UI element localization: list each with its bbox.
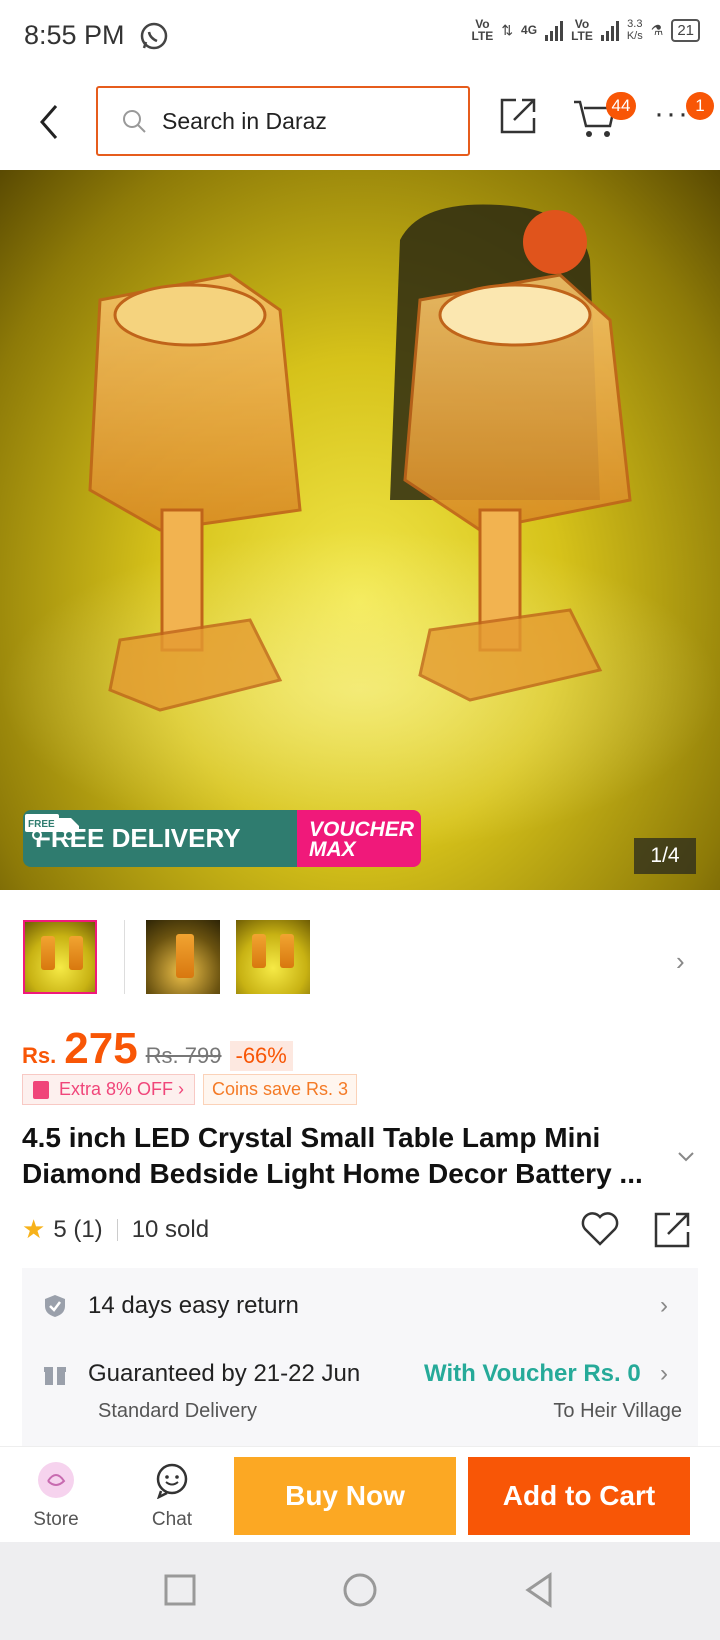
- rating-divider: [116, 1218, 118, 1241]
- search-icon: [123, 110, 146, 133]
- delivery-chevron-icon: ›: [660, 1360, 668, 1387]
- free-delivery-tag: FREE FREE DELIVERY: [23, 810, 297, 867]
- system-navigation-bar: [0, 1542, 720, 1640]
- volte-label-2: Vo LTE: [571, 17, 593, 43]
- status-time: 8:55 PM: [24, 20, 125, 50]
- return-policy-row[interactable]: 14 days easy return ›: [22, 1288, 698, 1324]
- more-options-icon[interactable]: ···: [654, 99, 690, 129]
- shield-check-icon: [45, 1295, 65, 1317]
- store-label: Store: [33, 1509, 79, 1530]
- battery-icon: 21: [671, 18, 700, 42]
- price-value: 275: [64, 1024, 138, 1073]
- product-photo-lamps: [0, 204, 720, 850]
- product-image-gallery[interactable]: FREE FREE DELIVERY VOUCHER MAX 1/4: [0, 170, 720, 890]
- sold-count: 10 sold: [131, 1215, 210, 1243]
- back-triangle-icon[interactable]: [520, 1570, 560, 1610]
- voucher-max-tag: VOUCHER MAX: [297, 810, 421, 867]
- share-icon[interactable]: [498, 96, 538, 136]
- network-4g-label: 4G: [521, 23, 538, 37]
- rating-score: 5: [53, 1215, 67, 1243]
- delivery-guarantee-label: Guaranteed by 21-22 Jun: [88, 1360, 361, 1387]
- product-title: 4.5 inch LED Crystal Small Table Lamp Mi…: [22, 1122, 643, 1189]
- original-price: Rs. 799: [145, 1043, 222, 1068]
- delivery-type-label: Standard Delivery: [98, 1400, 257, 1422]
- voucher-max-label: MAX: [309, 838, 356, 861]
- truck-free-text: FREE: [28, 819, 55, 830]
- signal-icon: [545, 19, 564, 41]
- search-placeholder: Search in Daraz: [162, 107, 327, 134]
- offer-tags: Extra 8% OFF › Coins save Rs. 3: [22, 1074, 358, 1105]
- chat-label: Chat: [151, 1509, 193, 1530]
- voucher-tag-icon: [33, 1080, 49, 1099]
- free-delivery-promo-banner: FREE FREE DELIVERY VOUCHER MAX: [23, 810, 421, 867]
- delivery-voucher-label: With Voucher Rs. 0: [424, 1360, 641, 1387]
- thumbnail-2[interactable]: [146, 920, 220, 994]
- share-product-icon[interactable]: [652, 1210, 692, 1250]
- gift-box-icon: [44, 1367, 66, 1385]
- rating-count: (1): [73, 1215, 103, 1243]
- thumbnail-strip: ›: [0, 890, 720, 1026]
- status-bar: 8:55 PM Vo LTE ⇅ 4G Vo LTE 3.3 K/s ⚗ 21: [0, 0, 720, 74]
- chat-icon: [156, 1463, 188, 1500]
- net-speed: 3.3 K/s: [626, 18, 643, 42]
- signal-icon-2: [600, 19, 619, 41]
- expand-title-chevron-icon[interactable]: [676, 1150, 696, 1164]
- buy-now-button[interactable]: Buy Now: [234, 1457, 456, 1535]
- voucher-label: VOUCHER: [309, 818, 415, 841]
- top-header: Search in Daraz 44 ··· 1: [0, 74, 720, 170]
- home-icon[interactable]: [340, 1570, 380, 1610]
- chat-button[interactable]: Chat: [132, 1461, 212, 1531]
- thumbnail-divider: [124, 920, 125, 994]
- whatsapp-icon: [140, 22, 168, 50]
- extra-off-tag[interactable]: Extra 8% OFF ›: [22, 1074, 196, 1105]
- store-button[interactable]: Store: [16, 1461, 96, 1531]
- rating-row[interactable]: ★ 5 (1) 10 sold: [22, 1214, 209, 1245]
- status-icons: Vo LTE ⇅ 4G Vo LTE 3.3 K/s ⚗ 21: [472, 18, 700, 42]
- recent-apps-icon[interactable]: [160, 1570, 200, 1610]
- wishlist-heart-icon[interactable]: [580, 1210, 620, 1248]
- delivery-location-label: To Heir Village: [553, 1400, 682, 1422]
- search-input[interactable]: Search in Daraz: [96, 86, 470, 156]
- service-info-box: 14 days easy return › Guaranteed by 21-2…: [22, 1268, 698, 1446]
- thumbnail-3[interactable]: [236, 920, 310, 994]
- discount-badge: -66%: [229, 1041, 293, 1071]
- image-counter: 1/4: [634, 838, 696, 874]
- thumbnail-1[interactable]: [23, 920, 97, 994]
- store-avatar-icon: [38, 1462, 74, 1498]
- price-row: Rs. 275 Rs. 799 -66%: [22, 1024, 293, 1080]
- data-arrows-icon: ⇅: [501, 21, 514, 38]
- thumbnail-next-chevron-icon[interactable]: ›: [676, 946, 685, 977]
- notification-badge: 1: [686, 92, 714, 120]
- coins-tag[interactable]: Coins save Rs. 3: [203, 1074, 358, 1105]
- price-currency: Rs.: [22, 1043, 57, 1068]
- bottom-action-bar: Store Chat Buy Now Add to Cart: [0, 1446, 720, 1542]
- star-icon: ★: [22, 1214, 46, 1244]
- extra-off-label: Extra 8% OFF ›: [59, 1079, 185, 1099]
- return-policy-label: 14 days easy return: [88, 1292, 299, 1319]
- back-arrow-icon[interactable]: [30, 98, 70, 146]
- add-to-cart-button[interactable]: Add to Cart: [468, 1457, 690, 1535]
- return-chevron-icon: ›: [660, 1292, 668, 1319]
- cart-count-badge: 44: [606, 92, 636, 120]
- flask-icon: ⚗: [650, 21, 664, 38]
- volte-label: Vo LTE: [471, 17, 494, 43]
- delivery-truck-icon: FREE: [25, 814, 79, 840]
